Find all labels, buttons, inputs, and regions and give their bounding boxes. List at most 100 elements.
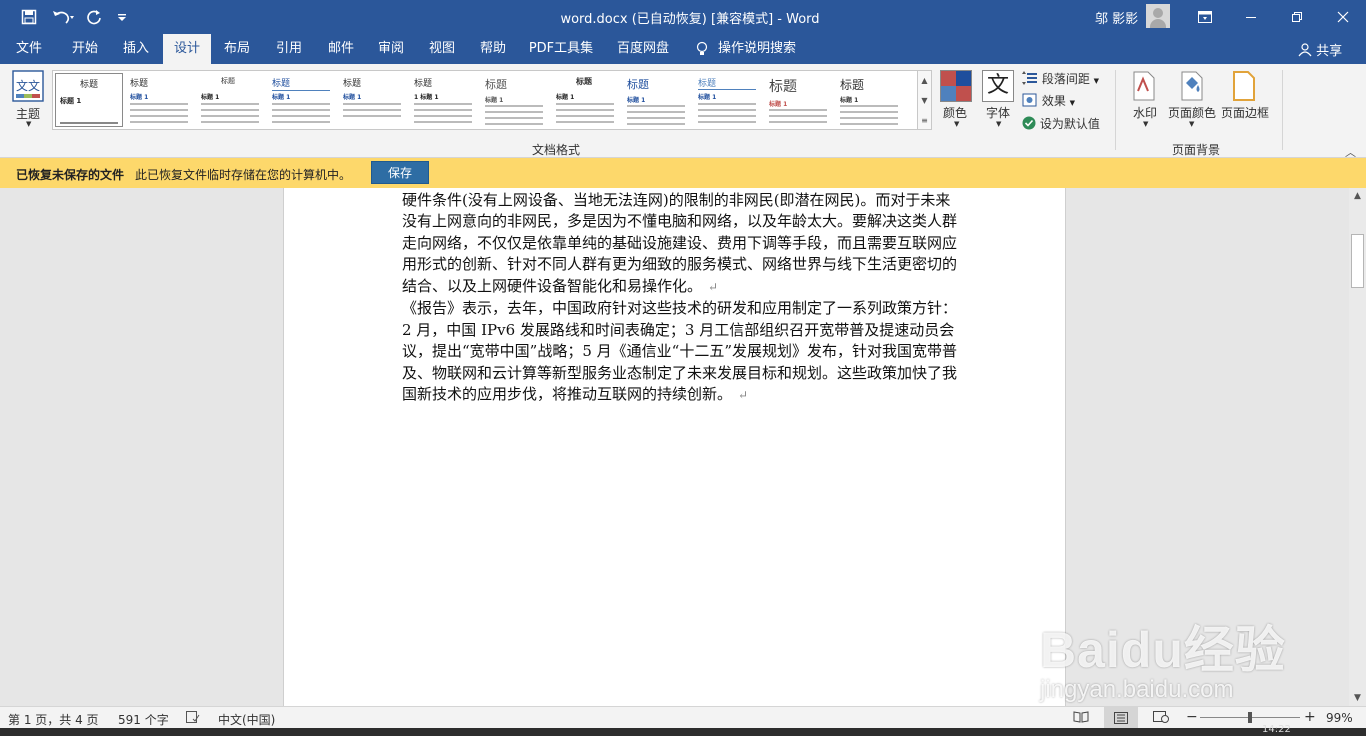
themes-icon[interactable]: 文文	[12, 70, 46, 104]
page-color-label[interactable]: 页面颜色	[1168, 104, 1216, 121]
chevron-down-icon[interactable]: ▼	[1189, 120, 1194, 128]
zoom-in-button[interactable]: +	[1304, 709, 1316, 725]
document-page[interactable]: 《报告》组织了·汉族大结的资来信求纳分析主要来自农村互相的原接(接时间主网)和硬…	[283, 188, 1066, 706]
ribbon: 文文 主题 ▼ 标题 标题 1 标题 标题 1 标题 标题 1 标题 标题 1 …	[0, 64, 1366, 159]
tab-pdf-tools[interactable]: PDF工具集	[526, 34, 596, 64]
recovered-file-infobar: 已恢复未保存的文件 此已恢复文件临时存储在您的计算机中。 保存	[0, 158, 1366, 188]
user-name[interactable]: 邬 影影	[1095, 8, 1138, 27]
watermark-label[interactable]: 水印	[1133, 104, 1157, 121]
infobar-message: 此已恢复文件临时存储在您的计算机中。	[135, 168, 352, 182]
tab-layout[interactable]: 布局	[214, 34, 260, 64]
scroll-thumb[interactable]	[1351, 234, 1364, 288]
effects-label: 效果	[1041, 94, 1066, 108]
page-count[interactable]: 第 1 页，共 4 页	[8, 711, 99, 728]
gallery-scroll[interactable]: ▲ ▼ ≡	[918, 70, 932, 130]
set-as-default-label: 设为默认值	[1039, 117, 1100, 131]
share-label: 共享	[1316, 44, 1343, 59]
group-separator	[1282, 70, 1283, 150]
style-set-gallery: 标题 标题 1 标题 标题 1 标题 标题 1 标题 标题 1 标题 标题 1 …	[52, 70, 918, 130]
language[interactable]: 中文(中国)	[218, 711, 275, 728]
word-count[interactable]: 591 个字	[118, 711, 169, 728]
close-icon[interactable]	[1320, 0, 1366, 34]
tab-baidu-netdisk[interactable]: 百度网盘	[610, 34, 676, 64]
zoom-level[interactable]: 99%	[1326, 711, 1353, 725]
fonts-label[interactable]: 字体	[986, 104, 1010, 121]
colors-icon[interactable]	[940, 70, 972, 102]
chevron-down-icon[interactable]: ▼	[918, 91, 931, 111]
page-borders-icon[interactable]	[1232, 71, 1258, 101]
style-thumb-10[interactable]: 标题 标题 1	[694, 73, 762, 127]
tab-file[interactable]: 文件	[6, 34, 52, 64]
effects-button[interactable]: 效果 ▼	[1022, 92, 1075, 110]
style-thumb-6[interactable]: 标题 1 标题 1	[410, 73, 478, 127]
chevron-down-icon: ▼	[1093, 77, 1100, 85]
tab-design[interactable]: 设计	[163, 34, 211, 64]
style-thumb-11[interactable]: 标题 标题 1	[765, 73, 833, 127]
style-thumb-2[interactable]: 标题 标题 1	[126, 73, 194, 127]
watermark-icon[interactable]	[1132, 71, 1158, 101]
page-background-group-label: 页面背景	[1172, 143, 1221, 157]
style-thumb-9[interactable]: 标题 标题 1	[623, 73, 691, 127]
save-button[interactable]: 保存	[371, 161, 429, 184]
tab-review[interactable]: 审阅	[368, 34, 414, 64]
chevron-down-icon[interactable]: ▼	[1143, 120, 1148, 128]
proofing-icon[interactable]	[186, 711, 200, 726]
svg-text:文文: 文文	[16, 78, 40, 93]
tell-me-search[interactable]: 操作说明搜索	[714, 34, 800, 64]
fonts-icon[interactable]: 文	[982, 70, 1014, 102]
scroll-down-icon[interactable]: ▼	[1349, 690, 1366, 706]
effects-icon	[1022, 93, 1038, 108]
page-borders-label[interactable]: 页面边框	[1221, 104, 1269, 121]
style-thumb-12[interactable]: 标题 标题 1	[836, 73, 916, 127]
restore-icon[interactable]	[1274, 0, 1320, 34]
style-thumb-8[interactable]: 标题 标题 1	[552, 73, 620, 127]
chevron-up-icon[interactable]: ▲	[918, 71, 931, 91]
ribbon-display-options-icon[interactable]	[1182, 0, 1228, 34]
tab-references[interactable]: 引用	[265, 34, 313, 64]
tab-view[interactable]: 视图	[418, 34, 466, 64]
tab-help[interactable]: 帮助	[469, 34, 517, 64]
web-layout-icon[interactable]	[1153, 711, 1169, 726]
print-layout-icon[interactable]	[1104, 707, 1138, 728]
paragraph[interactable]: 《报告》表示，去年，中国政府针对这些技术的研发和应用制定了一系列政策方针：2 月…	[402, 298, 962, 407]
window-title: word.docx (已自动恢复) [兼容模式] - Word	[560, 12, 820, 27]
style-thumb-1[interactable]: 标题 标题 1	[55, 73, 123, 127]
clock: 14:22	[1262, 724, 1291, 735]
tab-home[interactable]: 开始	[60, 34, 110, 64]
customize-quick-access-icon[interactable]	[114, 6, 130, 28]
undo-icon[interactable]	[48, 6, 78, 28]
share-button[interactable]: 共享	[1298, 40, 1342, 59]
paragraph-text: 《报告》组织了·汉族大结的资来信求纳分析主要来自农村互相的原接(接时间主网)和硬…	[402, 190, 958, 295]
gallery-more-icon[interactable]: ≡	[918, 111, 931, 129]
save-icon[interactable]	[18, 6, 40, 28]
zoom-slider-thumb[interactable]	[1247, 712, 1252, 723]
paragraph-mark: ↵	[708, 279, 719, 294]
paragraph-text: 《报告》表示，去年，中国政府针对这些技术的研发和应用制定了一系列政策方针：2 月…	[402, 299, 958, 403]
colors-label[interactable]: 颜色	[943, 104, 967, 121]
document-body[interactable]: 《报告》组织了·汉族大结的资来信求纳分析主要来自农村互相的原接(接时间主网)和硬…	[402, 188, 962, 407]
title-bar: word.docx (已自动恢复) [兼容模式] - Word 邬 影影	[0, 0, 1366, 34]
tab-mailings[interactable]: 邮件	[317, 34, 365, 64]
tab-insert[interactable]: 插入	[112, 34, 160, 64]
paragraph-spacing-button[interactable]: 段落间距 ▼	[1022, 70, 1099, 88]
read-mode-icon[interactable]	[1073, 711, 1089, 726]
scroll-up-icon[interactable]: ▲	[1349, 188, 1366, 204]
zoom-out-button[interactable]: −	[1186, 709, 1198, 725]
lightbulb-icon[interactable]	[690, 34, 714, 64]
page-color-icon[interactable]	[1178, 71, 1206, 101]
avatar[interactable]	[1146, 4, 1170, 28]
paragraph-spacing-icon	[1022, 71, 1038, 86]
minimize-icon[interactable]	[1228, 0, 1274, 34]
paragraph[interactable]: 《报告》组织了·汉族大结的资来信求纳分析主要来自农村互相的原接(接时间主网)和硬…	[402, 188, 962, 298]
set-as-default-button[interactable]: 设为默认值	[1022, 115, 1100, 133]
style-thumb-7[interactable]: 标题 标题 1	[481, 73, 549, 127]
style-thumb-3[interactable]: 标题 标题 1	[197, 73, 265, 127]
vertical-scrollbar[interactable]: ▲ ▼	[1349, 188, 1366, 706]
redo-icon[interactable]	[84, 6, 104, 28]
chevron-down-icon[interactable]: ▼	[26, 120, 31, 128]
chevron-down-icon[interactable]: ▼	[954, 120, 959, 128]
style-thumb-4[interactable]: 标题 标题 1	[268, 73, 336, 127]
paragraph-mark: ↵	[738, 388, 749, 402]
chevron-down-icon[interactable]: ▼	[996, 120, 1001, 128]
style-thumb-5[interactable]: 标题 标题 1	[339, 73, 407, 127]
